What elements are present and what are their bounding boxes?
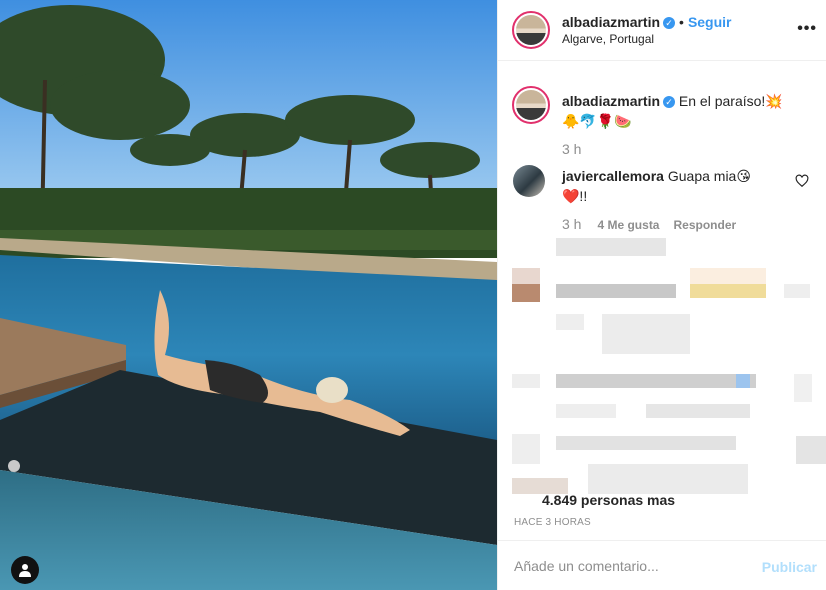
commenter-avatar[interactable]: [513, 165, 545, 197]
reply-button[interactable]: Responder: [673, 218, 736, 232]
post-location[interactable]: Algarve, Portugal: [562, 32, 654, 46]
separator-dot: •: [679, 14, 684, 30]
caption-emojis: 🐥🐬🌹🍉: [562, 113, 632, 129]
comment-likes[interactable]: 4 Me gusta: [597, 218, 659, 232]
add-comment-input[interactable]: [514, 553, 744, 579]
publish-button[interactable]: Publicar: [762, 559, 817, 575]
author-avatar[interactable]: [512, 11, 550, 49]
comment-body-line2: ❤️!!: [562, 188, 588, 204]
caption-avatar[interactable]: [512, 86, 550, 124]
post-timestamp[interactable]: HACE 3 HORAS: [514, 517, 591, 528]
caption-username[interactable]: albadiazmartin: [562, 93, 660, 109]
verified-badge-icon: ✓: [663, 96, 676, 108]
like-comment-heart-icon[interactable]: [795, 174, 809, 188]
comment-meta: 3 h 4 Me gusta Responder: [562, 216, 750, 232]
follow-button[interactable]: Seguir: [688, 14, 732, 30]
person-icon: [19, 564, 31, 577]
caption-text: albadiazmartin ✓ En el paraíso!💥 🐥🐬🌹🍉: [562, 91, 812, 131]
verified-badge-icon: ✓: [663, 17, 676, 29]
post-side-panel: albadiazmartin ✓ • Seguir Algarve, Portugal…: [497, 0, 826, 590]
more-options-icon[interactable]: •••: [797, 20, 817, 38]
author-line: albadiazmartin ✓ • Seguir: [562, 14, 732, 30]
comment-footer: Publicar: [498, 540, 826, 590]
comment-text: javiercallemora Guapa mia😘 ❤️!!: [562, 166, 792, 206]
post-header: albadiazmartin ✓ • Seguir Algarve, Portugal…: [498, 0, 826, 61]
caption-time[interactable]: 3 h: [562, 141, 581, 157]
pool-photo-image: [0, 0, 497, 590]
comment-time[interactable]: 3 h: [562, 216, 581, 232]
caption-body: En el paraíso!💥: [678, 93, 783, 109]
user-tag-button[interactable]: [11, 556, 39, 584]
likes-count[interactable]: 4.849 personas mas: [542, 492, 675, 508]
commenter-username[interactable]: javiercallemora: [562, 168, 664, 184]
comment-body: Guapa mia😘: [667, 168, 751, 184]
post-photo[interactable]: [0, 0, 497, 590]
author-username[interactable]: albadiazmartin: [562, 14, 660, 30]
blurred-comments-region: [498, 238, 826, 496]
